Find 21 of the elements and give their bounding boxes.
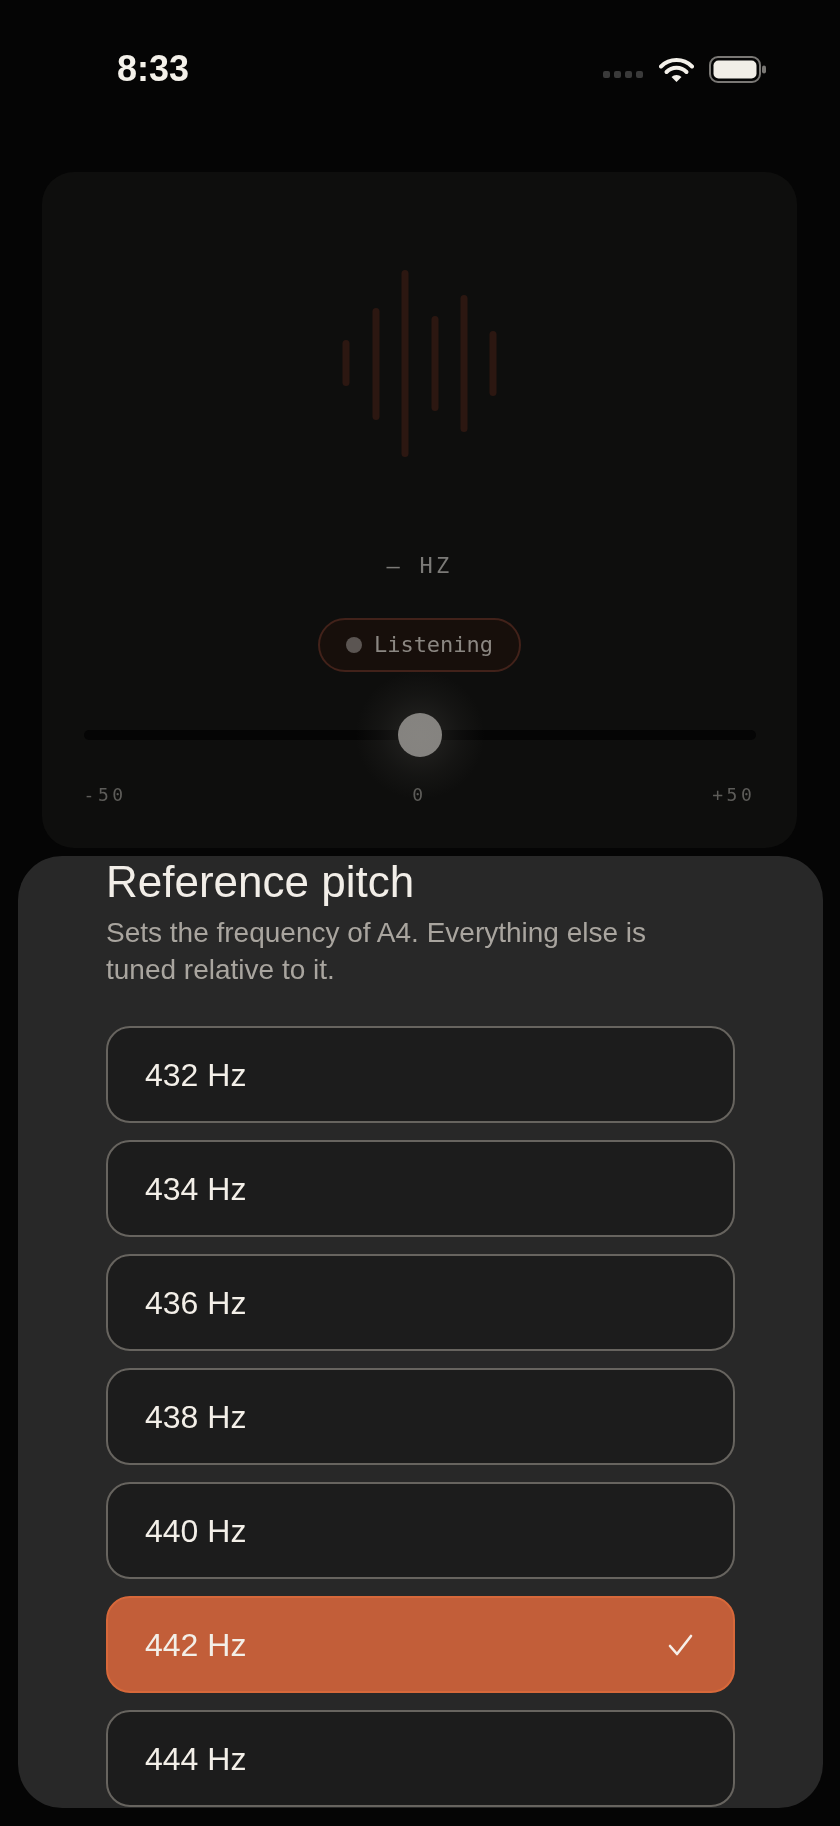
pitch-option[interactable]: 442 Hz xyxy=(106,1596,735,1693)
scale-label: -50 xyxy=(83,783,127,807)
pitch-option[interactable]: 436 Hz xyxy=(106,1254,735,1351)
checkmark-icon xyxy=(668,1633,693,1656)
pitch-option[interactable]: 444 Hz xyxy=(106,1710,735,1807)
sheet-description: Sets the frequency of A4. Everything else is tuned relative to it. xyxy=(106,916,648,987)
scale-label: 0 xyxy=(412,783,427,807)
scale-label: +50 xyxy=(712,783,756,807)
battery-icon xyxy=(709,55,766,83)
status-label: Listening xyxy=(373,632,494,658)
frequency-readout: — HZ xyxy=(386,553,453,579)
slider-thumb[interactable] xyxy=(397,713,442,757)
wifi-icon xyxy=(659,56,694,82)
pitch-option[interactable]: 438 Hz xyxy=(106,1368,735,1465)
slider-track[interactable] xyxy=(83,713,756,757)
sheet-title: Reference pitch xyxy=(106,858,415,906)
status-time: 8:33 xyxy=(117,50,190,88)
signal-dots-icon xyxy=(603,70,644,78)
pitch-option[interactable]: 440 Hz xyxy=(106,1482,735,1579)
pitch-option[interactable]: 432 Hz xyxy=(106,1026,735,1123)
pitch-option[interactable]: 434 Hz xyxy=(106,1140,735,1237)
